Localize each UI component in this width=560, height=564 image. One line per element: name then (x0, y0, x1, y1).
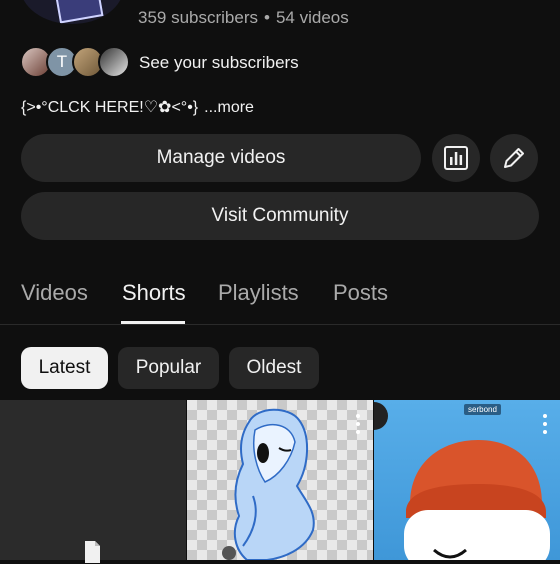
analytics-button[interactable] (432, 134, 480, 182)
filter-chip-popular[interactable]: Popular (118, 347, 219, 389)
channel-avatar[interactable] (20, 0, 124, 24)
tab-videos[interactable]: Videos (21, 280, 88, 306)
tab-shorts[interactable]: Shorts (122, 280, 186, 306)
stats-separator: • (264, 8, 270, 27)
subscriber-count: 359 subscribers (138, 8, 259, 27)
filter-chip-oldest[interactable]: Oldest (229, 347, 319, 389)
video-count: 54 videos (275, 8, 349, 27)
thumbnail-artwork (222, 408, 315, 560)
channel-stats: 359 subscribers • 54 videos (138, 8, 349, 28)
visit-community-button[interactable]: Visit Community (21, 192, 539, 240)
more-vert-icon[interactable] (542, 414, 548, 434)
document-icon (85, 541, 100, 563)
tab-posts[interactable]: Posts (333, 280, 388, 306)
bar-chart-icon (444, 146, 468, 170)
avatar-artwork (52, 0, 104, 24)
more-link[interactable]: ...more (204, 99, 254, 116)
tabs-divider (0, 324, 560, 325)
avatar (98, 46, 130, 78)
tab-playlists[interactable]: Playlists (218, 280, 299, 306)
short-thumbnail[interactable]: serbond (374, 400, 560, 560)
subscriber-avatars[interactable]: T (20, 46, 130, 78)
short-thumbnail[interactable] (0, 400, 186, 563)
channel-description[interactable]: {>•°CLCK HERE!♡✿<°•} ...more (21, 97, 254, 117)
short-thumbnail[interactable] (187, 400, 373, 560)
manage-videos-button[interactable]: Manage videos (21, 134, 421, 182)
thumbnail-tag: serbond (464, 404, 501, 415)
description-text: {>•°CLCK HERE!♡✿<°•} (21, 99, 199, 116)
thumbnail-artwork (374, 402, 550, 560)
pencil-icon (504, 148, 524, 168)
more-vert-icon[interactable] (355, 414, 361, 434)
edit-channel-button[interactable] (490, 134, 538, 182)
filter-chip-latest[interactable]: Latest (21, 347, 108, 389)
see-subscribers-link[interactable]: See your subscribers (139, 53, 299, 73)
